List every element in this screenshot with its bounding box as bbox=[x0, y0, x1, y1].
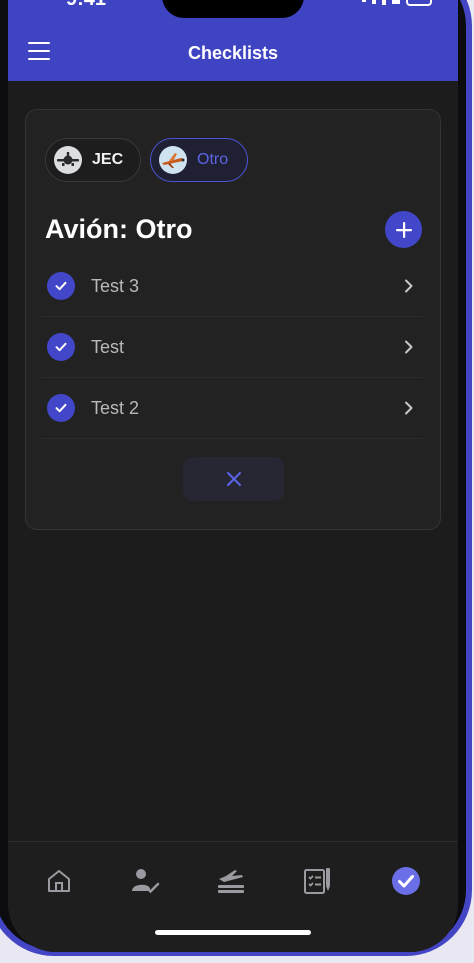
list-item[interactable]: Test 2 bbox=[41, 378, 423, 439]
list-item[interactable]: Test bbox=[41, 317, 423, 378]
status-icons bbox=[362, 0, 432, 6]
device-notch bbox=[162, 0, 304, 18]
bottom-nav bbox=[8, 841, 458, 952]
signal-icon bbox=[362, 0, 366, 2]
nav-home[interactable] bbox=[42, 864, 76, 898]
aircraft-chip-jec[interactable]: JEC bbox=[45, 138, 141, 182]
nav-checklists[interactable] bbox=[389, 864, 423, 898]
home-icon bbox=[48, 870, 70, 892]
wifi-icon bbox=[392, 0, 400, 4]
checklist-card: JEC Otro Avión: Otro Test 3 Test Test 2 bbox=[25, 109, 441, 530]
close-icon bbox=[226, 472, 241, 486]
check-circle-icon bbox=[47, 333, 75, 361]
add-checklist-button[interactable] bbox=[385, 211, 422, 248]
aircraft-chip-label: Otro bbox=[197, 151, 229, 168]
check-circle-icon bbox=[47, 272, 75, 300]
section-title: Avión: Otro bbox=[45, 214, 193, 244]
chevron-right-icon bbox=[399, 398, 419, 418]
airplane-front-avatar bbox=[54, 146, 82, 174]
chevron-right-icon bbox=[399, 337, 419, 357]
person-check-icon bbox=[132, 869, 160, 894]
page-title: Checklists bbox=[187, 43, 279, 63]
battery-icon bbox=[406, 0, 432, 6]
close-button[interactable] bbox=[183, 457, 284, 501]
home-indicator bbox=[155, 930, 311, 935]
nav-aircraft[interactable] bbox=[214, 864, 248, 898]
checklist-label: Test 3 bbox=[91, 275, 140, 296]
checklist-label: Test 2 bbox=[91, 397, 140, 418]
aircraft-chip-label: JEC bbox=[92, 151, 124, 168]
status-time: 9:41 bbox=[66, 0, 106, 11]
chevron-right-icon bbox=[399, 276, 419, 296]
checklist-list: Test 3 Test Test 2 bbox=[41, 256, 423, 439]
clipboard-list-icon bbox=[304, 868, 330, 894]
aircraft-stack-icon bbox=[218, 870, 244, 893]
plus-icon bbox=[395, 221, 412, 238]
checklist-label: Test bbox=[91, 336, 125, 357]
check-circle-icon bbox=[392, 867, 420, 895]
nav-logbook[interactable] bbox=[300, 864, 334, 898]
propeller-plane-avatar bbox=[159, 146, 187, 174]
nav-pilot[interactable] bbox=[128, 864, 162, 898]
list-item[interactable]: Test 3 bbox=[41, 256, 423, 317]
check-circle-icon bbox=[47, 394, 75, 422]
aircraft-chip-otro[interactable]: Otro bbox=[150, 138, 248, 182]
app-screen: Checklists 9:41 JEC bbox=[8, 0, 458, 952]
